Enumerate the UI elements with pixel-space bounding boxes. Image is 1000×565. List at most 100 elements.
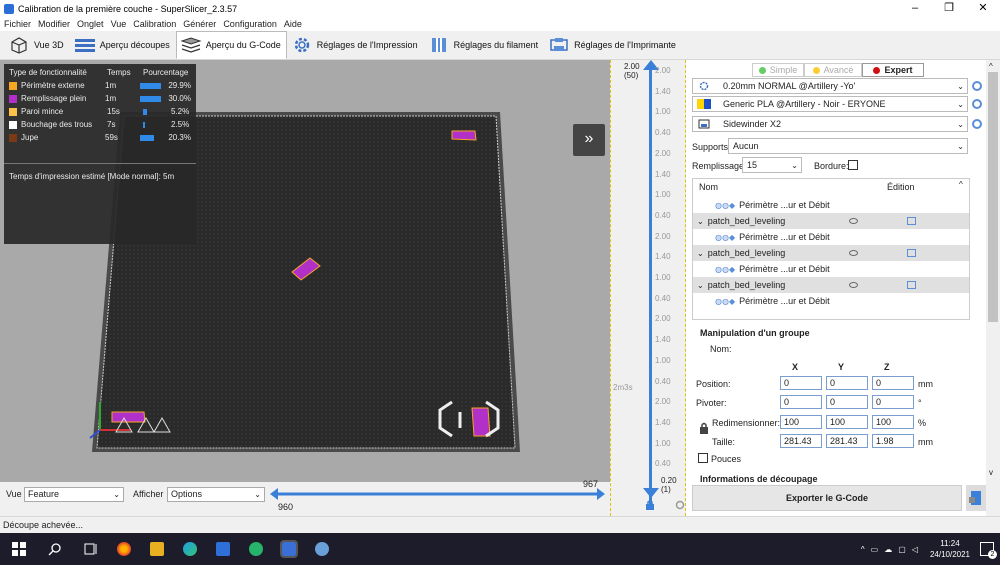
chevron-down-icon[interactable]: ⌄ [697,217,704,226]
print-profile-select[interactable]: 0.20mm NORMAL @Artillery -Yo' ⌄ [692,78,968,94]
scale-y-field[interactable]: 100 [826,415,868,429]
edit-icon[interactable] [907,281,916,289]
rotate-y-field[interactable]: 0 [826,395,868,409]
menu-help[interactable]: Aide [284,19,302,29]
close-button[interactable]: ✕ [966,0,1000,17]
position-x-field[interactable]: 0 [780,376,822,390]
mode-advanced-button[interactable]: Avancé [804,63,862,77]
chevron-down-icon[interactable]: ⌄ [697,249,704,258]
tab-gcode-preview[interactable]: Aperçu du G-Code [175,31,287,59]
position-z-field[interactable]: 0 [872,376,914,390]
menu-configuration[interactable]: Configuration [223,19,277,29]
edit-icon[interactable] [907,217,916,225]
eye-icon[interactable] [849,250,858,256]
superslicer-taskbar-icon[interactable] [280,540,298,558]
legend-row[interactable]: Paroi mince 15s 5.2% [4,105,196,118]
network-icon[interactable]: ▢ [898,545,906,554]
tab-printer-settings[interactable]: Réglages de l'Imprimante [544,31,682,59]
tray-chevron-icon[interactable]: ^ [861,545,865,554]
firefox-icon[interactable] [117,542,131,556]
tab-3d-view[interactable]: Vue 3D [4,31,70,59]
menu-file[interactable]: Fichier [4,19,31,29]
printer-profile-settings-icon[interactable] [972,119,982,129]
object-row[interactable]: ⌄ patch_bed_leveling [693,245,969,261]
layer-slider[interactable]: 2.00 (50) 2.00 1.40 1.00 0.40 2.00 1.40 1.00 0.4… [610,60,686,516]
file-explorer-icon[interactable] [150,542,164,556]
tab-filament-settings[interactable]: Réglages du filament [424,31,545,59]
menu-edit[interactable]: Modifier [38,19,70,29]
inches-checkbox[interactable] [698,453,708,463]
menu-view[interactable]: Vue [111,19,127,29]
volume-icon[interactable]: ◁ [912,545,918,554]
tab-print-settings[interactable]: Réglages de l'Impression [287,31,424,59]
printer-profile-select[interactable]: Sidewinder X2 ⌄ [692,116,968,132]
manip-name-label: Nom: [710,344,732,354]
battery-icon[interactable]: ▭ [871,545,879,554]
legend-row[interactable]: Remplissage plein 1m 30.0% [4,92,196,105]
menu-tab[interactable]: Onglet [77,19,104,29]
modifier-row[interactable]: ◍◍◆ Périmètre ...ur et Débit [693,197,969,213]
tab-slice-preview[interactable]: Aperçu découpes [70,31,176,59]
clock[interactable]: 11:24 24/10/2021 [930,538,970,560]
lock-icon[interactable] [645,500,655,510]
infill-select[interactable]: 15 ⌄ [742,157,802,173]
layer-slider-track[interactable] [649,66,652,506]
send-to-printer-button[interactable] [966,485,986,511]
move-slider[interactable] [270,486,605,502]
notification-icon[interactable]: 2 [980,542,997,559]
search-icon[interactable] [48,542,62,556]
size-z-field[interactable]: 1.98 [872,434,914,448]
sidebar-scrollbar[interactable]: ^ v [986,60,1000,516]
layer-bottom-thumb[interactable] [643,488,659,498]
legend-row[interactable]: Périmètre externe 1m 29.9% [4,79,196,92]
chevron-down-icon[interactable]: ⌄ [697,281,704,290]
app-pen-icon[interactable] [315,542,329,556]
store-icon[interactable] [216,542,230,556]
lock-icon[interactable] [699,422,709,434]
show-options-value: Options [171,489,203,499]
scale-z-field[interactable]: 100 [872,415,914,429]
maximize-button[interactable]: ❐ [932,0,966,17]
menu-calibration[interactable]: Calibration [133,19,176,29]
filament-profile-settings-icon[interactable] [972,99,982,109]
print-profile-settings-icon[interactable] [972,81,982,91]
menu-generate[interactable]: Générer [183,19,216,29]
eye-icon[interactable] [849,218,858,224]
mode-simple-button[interactable]: Simple [752,63,804,77]
legend-row[interactable]: Jupe 59s 20.3% [4,131,196,144]
eye-icon[interactable] [849,282,858,288]
gcode-viewport[interactable]: Type de fonctionnalité Temps Pourcentage… [0,60,610,482]
modifier-row[interactable]: ◍◍◆ Périmètre ...ur et Débit [693,261,969,277]
scroll-up-icon[interactable]: ^ [989,62,993,71]
minimize-button[interactable]: – [898,0,932,17]
supports-select[interactable]: Aucun ⌄ [728,138,968,154]
object-row[interactable]: ⌄ patch_bed_leveling [693,277,969,293]
rotate-z-field[interactable]: 0 [872,395,914,409]
cloud-icon[interactable]: ☁ [884,545,892,554]
modifier-row[interactable]: ◍◍◆ Périmètre ...ur et Débit [693,229,969,245]
size-x-field[interactable]: 281.43 [780,434,822,448]
scale-x-field[interactable]: 100 [780,415,822,429]
brim-checkbox[interactable] [848,160,858,170]
task-view-icon[interactable] [84,542,98,556]
scrollbar-thumb[interactable] [988,72,998,322]
list-scroll-up-icon[interactable]: ^ [959,180,963,189]
edit-icon[interactable] [907,249,916,257]
app-green-icon[interactable] [249,542,263,556]
collapse-sidebar-button[interactable]: » [573,124,605,156]
mode-expert-button[interactable]: Expert [862,63,924,77]
position-y-field[interactable]: 0 [826,376,868,390]
export-gcode-button[interactable]: Exporter le G-Code [692,485,962,511]
rotate-x-field[interactable]: 0 [780,395,822,409]
scroll-down-icon[interactable]: v [989,468,993,477]
windows-start-icon[interactable] [12,542,26,556]
object-row[interactable]: ⌄ patch_bed_leveling [693,213,969,229]
show-options-select[interactable]: Options ⌄ [167,487,265,502]
filament-profile-select[interactable]: Generic PLA @Artillery - Noir - ERYONE ⌄ [692,96,968,112]
legend-row[interactable]: Bouchage des trous 7s 2.5% [4,118,196,131]
size-y-field[interactable]: 281.43 [826,434,868,448]
modifier-row[interactable]: ◍◍◆ Périmètre ...ur et Débit [693,293,969,309]
edge-icon[interactable] [183,542,197,556]
view-type-select[interactable]: Feature ⌄ [24,487,124,502]
settings-icon[interactable] [675,500,685,510]
